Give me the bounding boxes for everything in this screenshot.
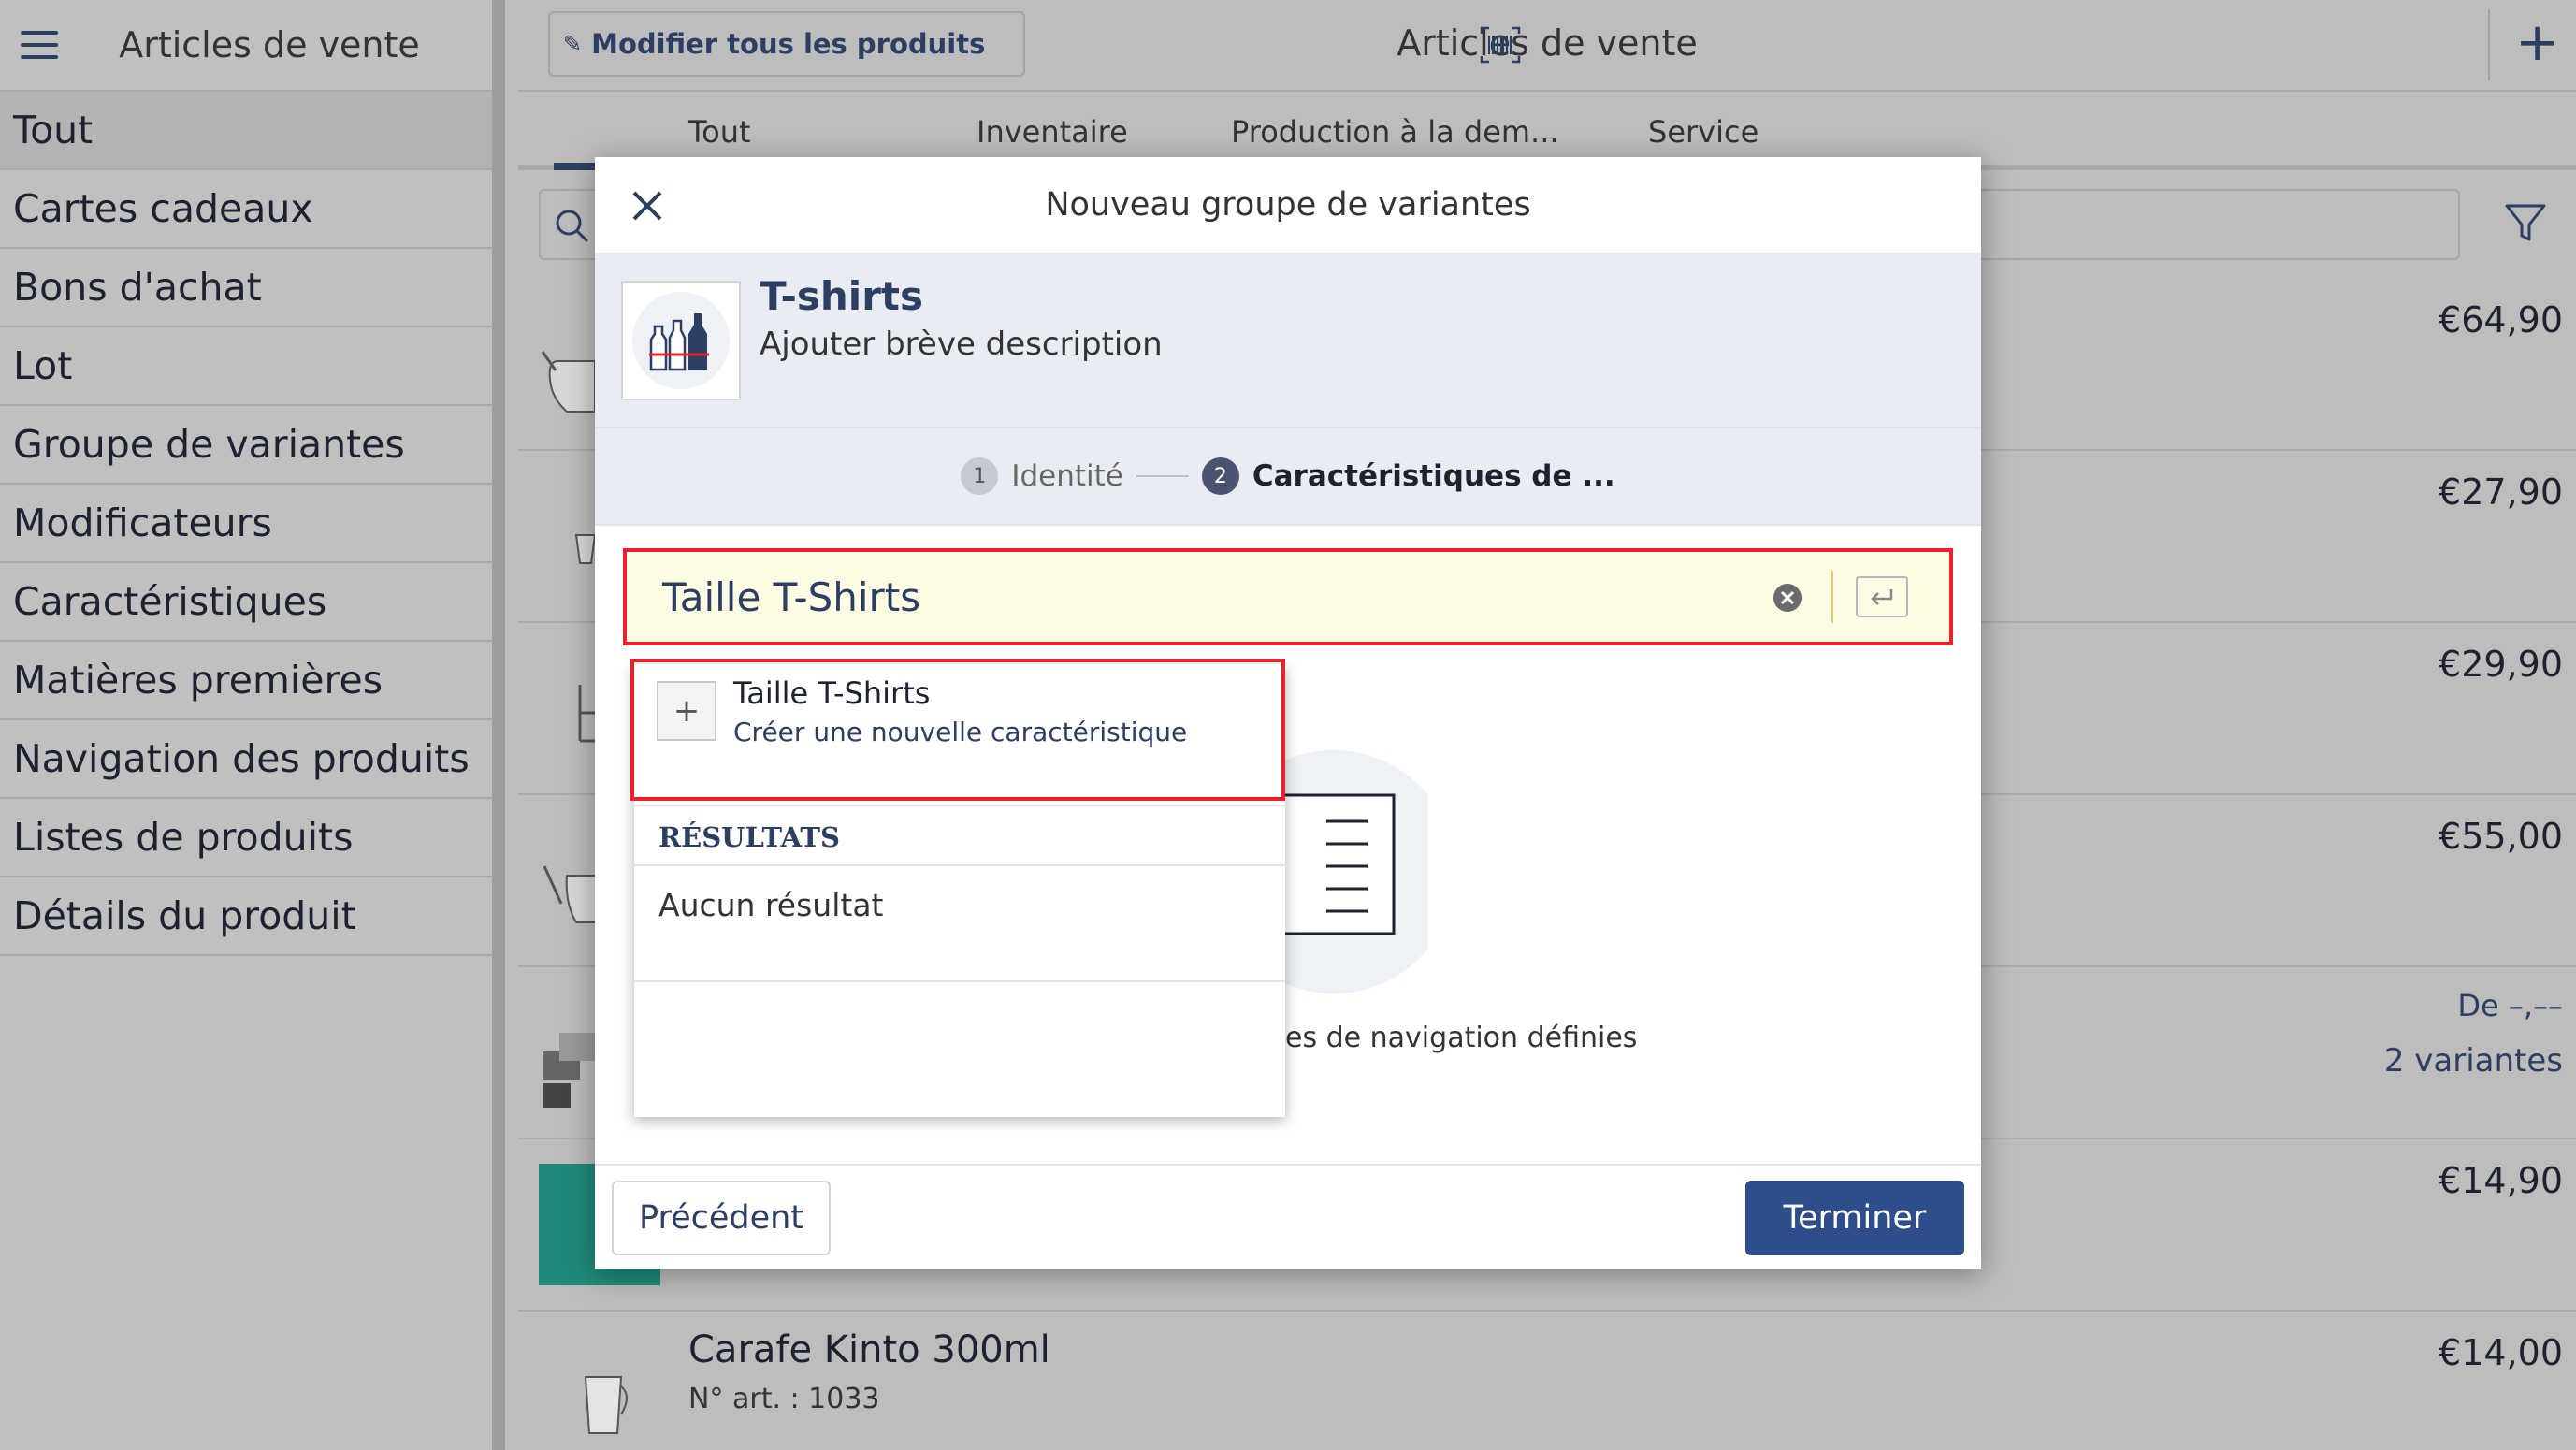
product-price-from: De –,––	[2457, 988, 2563, 1023]
tab-production[interactable]: Production à la dem...	[1231, 114, 1559, 150]
dropdown-divider	[634, 980, 1285, 982]
sidebar-item-caracteristiques[interactable]: Caractéristiques	[0, 563, 492, 642]
new-variant-group-dialog: Nouveau groupe de variantes T-shirts Ajo…	[595, 157, 1981, 1269]
dialog-footer: Précédent Terminer	[595, 1164, 1981, 1269]
product-price: €14,00	[2439, 1332, 2563, 1373]
create-characteristic-option[interactable]: + Taille T-Shirts Créer une nouvelle car…	[630, 659, 1285, 801]
dialog-header: Nouveau groupe de variantes	[595, 157, 1981, 254]
kettle-icon	[543, 865, 598, 923]
stand-icon	[578, 685, 595, 743]
sidebar: Articles de vente Tout Cartes cadeaux Bo…	[0, 0, 505, 1450]
product-summary: T-shirts Ajouter brève description	[595, 254, 1981, 428]
kettle-icon	[541, 351, 596, 413]
sidebar-title: Articles de vente	[119, 24, 420, 65]
barcode-scan-icon[interactable]	[1480, 26, 1521, 64]
product-price: €27,90	[2439, 471, 2563, 513]
product-price: €14,90	[2439, 1160, 2563, 1201]
sidebar-item-lot[interactable]: Lot	[0, 327, 492, 406]
results-header: RÉSULTATS	[634, 805, 1285, 866]
top-bar: ✎ Modifier tous les produits Articles de…	[518, 0, 2576, 92]
carafe-icon	[584, 1376, 628, 1434]
sidebar-item-navigation-produits[interactable]: Navigation des produits	[0, 720, 492, 799]
tab-inventaire[interactable]: Inventaire	[977, 114, 1128, 150]
sidebar-item-tout[interactable]: Tout	[0, 92, 492, 170]
step-2-number: 2	[1201, 457, 1239, 495]
filter-icon[interactable]	[2503, 200, 2548, 245]
sidebar-header: Articles de vente	[0, 0, 492, 92]
clear-icon[interactable]	[1772, 582, 1803, 614]
tab-service[interactable]: Service	[1648, 114, 1758, 150]
product-price: €29,90	[2439, 644, 2563, 685]
product-price: €64,90	[2439, 299, 2563, 341]
sidebar-item-details-produit[interactable]: Détails du produit	[0, 877, 492, 956]
product-price: €55,00	[2439, 816, 2563, 857]
product-variant-count: 2 variantes	[2383, 1042, 2563, 1080]
enter-button[interactable]	[1856, 576, 1908, 617]
sidebar-item-matieres-premieres[interactable]: Matières premières	[0, 642, 492, 720]
characteristic-search-input[interactable]: Taille T-Shirts	[623, 548, 1953, 645]
return-icon	[1871, 589, 1893, 605]
suggestions-dropdown: + Taille T-Shirts Créer une nouvelle car…	[630, 659, 1285, 1117]
product-sku: N° art. : 1033	[688, 1383, 880, 1415]
results-header-label: RÉSULTATS	[658, 821, 840, 853]
product-description[interactable]: Ajouter brève description	[760, 326, 1163, 363]
dripper-icon	[574, 534, 597, 564]
product-name: Carafe Kinto 300ml	[688, 1328, 1050, 1371]
sidebar-item-groupe-variantes[interactable]: Groupe de variantes	[0, 406, 492, 485]
step-1-number: 1	[961, 457, 999, 495]
bottles-icon	[649, 313, 709, 371]
plus-icon: +	[657, 681, 716, 741]
product-name: T-shirts	[760, 273, 923, 319]
step-1-label[interactable]: Identité	[1011, 459, 1123, 493]
step-2-label[interactable]: Caractéristiques de ...	[1252, 459, 1615, 493]
hamburger-icon[interactable]	[0, 0, 75, 91]
wizard-steps: 1 Identité 2 Caractéristiques de ...	[595, 428, 1981, 526]
product-row[interactable]: Carafe Kinto 300ml N° art. : 1033 €14,00	[518, 1312, 2576, 1450]
add-product-icon[interactable]: +	[2515, 17, 2559, 69]
previous-button[interactable]: Précédent	[612, 1181, 831, 1255]
no-results-text: Aucun résultat	[658, 887, 884, 923]
characteristic-search-value: Taille T-Shirts	[662, 574, 921, 620]
close-icon[interactable]	[627, 185, 668, 226]
sidebar-item-modificateurs[interactable]: Modificateurs	[0, 485, 492, 563]
product-image[interactable]	[621, 281, 741, 400]
dialog-title: Nouveau groupe de variantes	[1045, 186, 1531, 224]
empty-state-text: es de navigation définies	[1285, 1022, 1638, 1054]
sidebar-item-listes-produits[interactable]: Listes de produits	[0, 799, 492, 877]
search-icon	[556, 210, 589, 243]
page-title: Articles de vente	[1397, 22, 1698, 64]
tab-tout[interactable]: Tout	[688, 114, 751, 150]
sidebar-item-cartes-cadeaux[interactable]: Cartes cadeaux	[0, 170, 492, 249]
input-divider	[1831, 571, 1833, 623]
create-option-subtitle: Créer une nouvelle caractéristique	[733, 717, 1188, 747]
product-bundle-icon	[543, 1033, 597, 1108]
create-option-title: Taille T-Shirts	[733, 675, 931, 711]
finish-button[interactable]: Terminer	[1745, 1181, 1964, 1255]
step-connector	[1136, 475, 1189, 477]
toolbar-divider	[2488, 9, 2490, 80]
sidebar-item-bons-achat[interactable]: Bons d'achat	[0, 249, 492, 327]
